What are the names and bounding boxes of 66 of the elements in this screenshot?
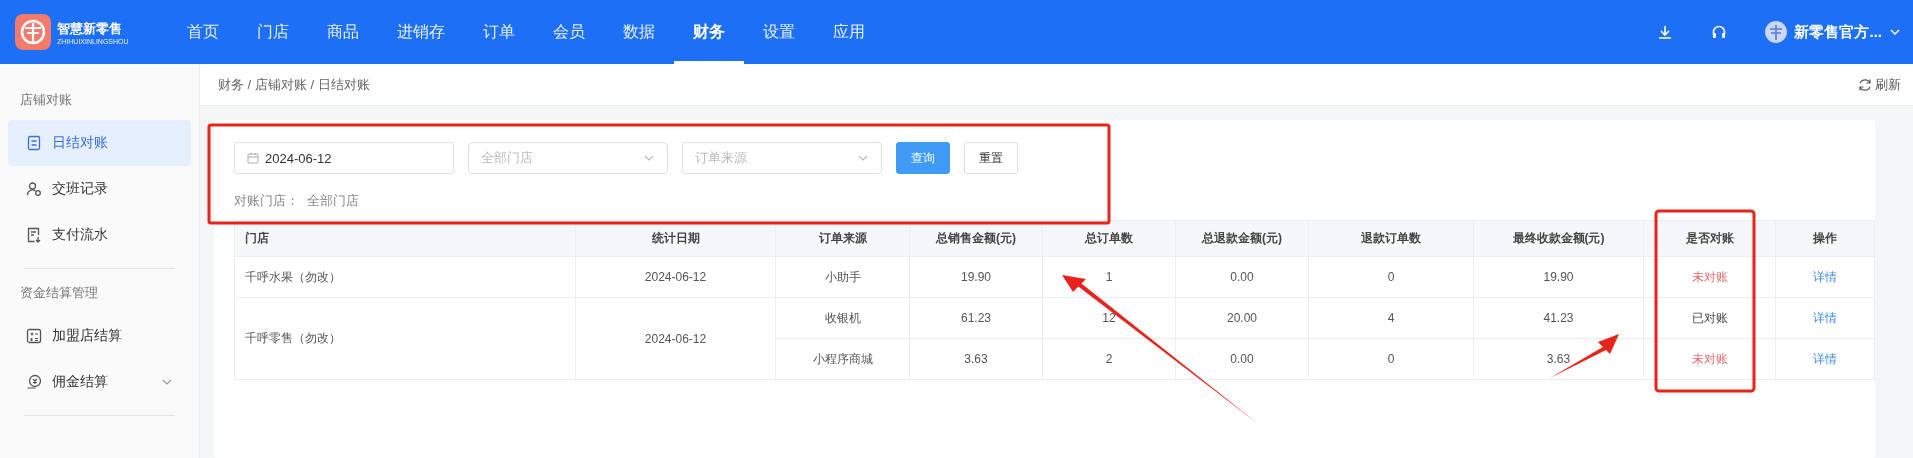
details-link[interactable]: 详情 xyxy=(1813,310,1837,325)
nav-tab[interactable]: 应用 xyxy=(814,0,884,64)
refresh-button[interactable]: 刷新 xyxy=(1858,75,1901,94)
coin-icon xyxy=(26,374,42,390)
headset-icon[interactable] xyxy=(1711,24,1728,40)
avatar-icon xyxy=(1765,21,1788,43)
download-icon[interactable] xyxy=(1657,24,1674,40)
table-cell: 3.63 xyxy=(909,338,1043,380)
sidebar-section-title: 店铺对账 xyxy=(19,91,73,109)
nav-tab[interactable]: 商品 xyxy=(308,0,378,64)
table-cell: 千呼水果（勿改） xyxy=(234,256,576,298)
logo-icon xyxy=(15,14,51,50)
status-cell: 已对账 xyxy=(1643,297,1776,339)
column-header: 总订单数 xyxy=(1042,220,1176,257)
sidebar-item[interactable]: 交班记录 xyxy=(8,166,191,212)
person-icon xyxy=(26,181,42,197)
details-link[interactable]: 详情 xyxy=(1813,351,1837,366)
column-header: 总退款金额(元) xyxy=(1175,220,1309,257)
logo-name: 智慧新零售 xyxy=(57,19,123,38)
table-cell: 61.23 xyxy=(909,297,1043,339)
receipt-icon xyxy=(26,227,42,243)
breadcrumb: 财务 / 店铺对账 / 日结对账 xyxy=(218,75,370,94)
table-cell: 收银机 xyxy=(775,297,910,339)
column-header: 最终收款金额(元) xyxy=(1473,220,1644,257)
table-cell: 0 xyxy=(1308,256,1474,298)
nav-tab[interactable]: 进销存 xyxy=(378,0,464,64)
table-cell: 0 xyxy=(1308,338,1474,380)
table-cell: 千呼零售（勿改） xyxy=(234,297,576,380)
sidebar-item[interactable]: 日结对账 xyxy=(8,120,191,166)
table-cell: 0.00 xyxy=(1175,256,1309,298)
column-header: 退款订单数 xyxy=(1308,220,1474,257)
table-cell: 19.90 xyxy=(909,256,1043,298)
nav-tab[interactable]: 会员 xyxy=(534,0,604,64)
date-field[interactable]: 2024-06-12 xyxy=(234,142,454,174)
details-link[interactable]: 详情 xyxy=(1813,269,1837,284)
table-cell: 4 xyxy=(1308,297,1474,339)
nav-tab[interactable]: 首页 xyxy=(168,0,238,64)
calendar-icon xyxy=(247,152,259,164)
table-cell: 19.90 xyxy=(1473,256,1644,298)
column-header: 操作 xyxy=(1775,220,1875,257)
nav-tab[interactable]: 数据 xyxy=(604,0,674,64)
sidebar-item[interactable]: 支付流水 xyxy=(8,212,191,258)
sidebar-item[interactable]: 加盟店结算 xyxy=(8,313,191,359)
sidebar-item[interactable]: 佣金结算 xyxy=(8,359,191,405)
table-cell: 2024-06-12 xyxy=(575,256,776,298)
table-cell: 小助手 xyxy=(775,256,910,298)
nav-tab[interactable]: 订单 xyxy=(464,0,534,64)
nav-tab[interactable]: 设置 xyxy=(744,0,814,64)
sidebar-section-title: 资金结算管理 xyxy=(19,284,99,302)
table-cell: 20.00 xyxy=(1175,297,1309,339)
status-cell: 未对账 xyxy=(1643,256,1776,298)
reset-button[interactable]: 重置 xyxy=(964,142,1018,174)
search-button[interactable]: 查询 xyxy=(896,142,950,174)
user-menu[interactable]: 新零售官方... xyxy=(1765,21,1901,43)
column-header: 是否对账 xyxy=(1643,220,1776,257)
table-cell: 小程序商城 xyxy=(775,338,910,380)
nav-tab[interactable]: 门店 xyxy=(238,0,308,64)
status-cell: 未对账 xyxy=(1643,338,1776,380)
refresh-icon xyxy=(1858,77,1872,92)
calculator-icon xyxy=(26,328,42,344)
summary-value: 全部门店 xyxy=(307,192,359,210)
user-name: 新零售官方... xyxy=(1794,22,1882,42)
summary-label: 对账门店： xyxy=(234,192,299,210)
table-cell: 2024-06-12 xyxy=(575,297,776,380)
document-icon xyxy=(26,135,42,151)
chevron-down-icon xyxy=(1889,26,1901,38)
